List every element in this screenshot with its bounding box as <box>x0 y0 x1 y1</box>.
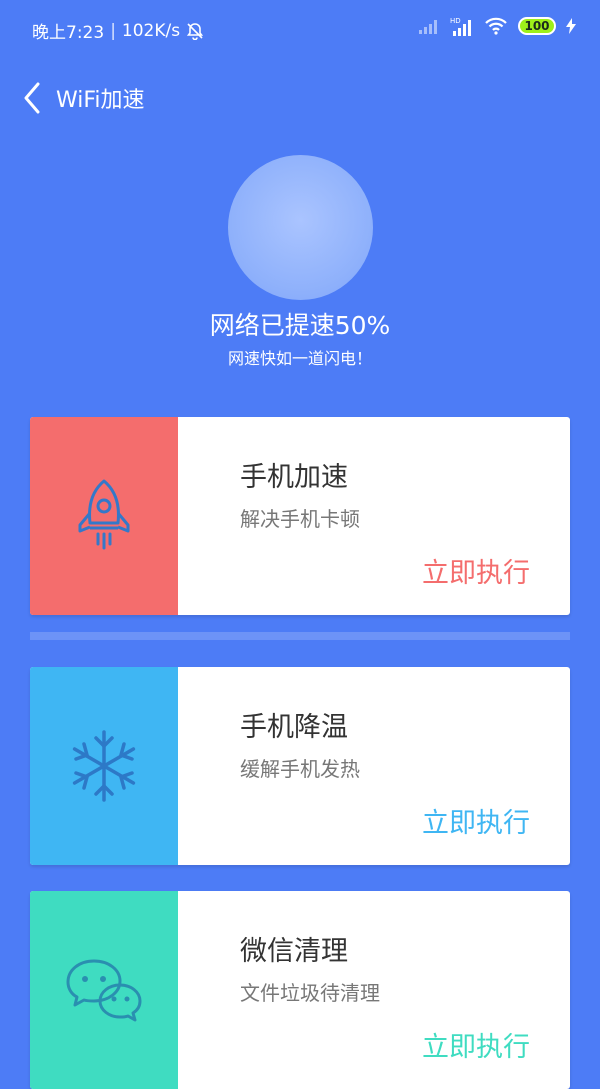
page-title: WiFi加速 <box>56 88 145 113</box>
status-bar: 晚上7:23 | 102K/s HD 100 <box>0 0 600 60</box>
header: WiFi加速 <box>22 78 145 118</box>
battery-indicator: 100 <box>518 17 556 35</box>
card-title: 手机降温 <box>240 712 348 743</box>
wechat-icon <box>66 959 142 1022</box>
status-separator: | <box>110 20 116 41</box>
rocket-icon <box>78 479 130 550</box>
execute-button[interactable]: 立即执行 <box>422 551 530 590</box>
card-phone-boost[interactable]: 手机加速 解决手机卡顿 立即执行 <box>30 417 570 615</box>
card-wechat-cleanup[interactable]: 微信清理 文件垃圾待清理 立即执行 <box>30 891 570 1089</box>
card-title: 微信清理 <box>240 936 348 967</box>
status-network-speed: 102K/s <box>121 20 181 41</box>
card-icon-panel <box>30 667 178 865</box>
speed-status-title: 网络已提速50% <box>209 311 391 340</box>
wifi-icon <box>485 17 507 35</box>
signal-weak-icon <box>419 20 437 34</box>
chevron-left-icon <box>24 82 40 114</box>
card-description: 文件垃圾待清理 <box>240 981 380 1005</box>
card-icon-panel <box>30 417 178 615</box>
snowflake-icon <box>72 730 136 802</box>
svg-text:HD: HD <box>450 17 461 25</box>
speed-circle <box>228 155 373 300</box>
speed-status-subtitle: 网速快如一道闪电！ <box>227 349 372 368</box>
status-left: 晚上7:23 | 102K/s <box>32 18 204 43</box>
status-right: HD 100 <box>418 16 576 36</box>
card-divider <box>30 632 570 640</box>
mute-bell-icon <box>187 22 204 40</box>
back-button[interactable] <box>22 78 52 118</box>
execute-button[interactable]: 立即执行 <box>422 1025 530 1064</box>
card-title: 手机加速 <box>240 462 348 493</box>
status-time: 晚上7:23 <box>32 23 105 43</box>
battery-level: 100 <box>524 19 550 33</box>
signal-hd-icon: HD <box>450 17 471 36</box>
card-description: 解决手机卡顿 <box>240 507 360 531</box>
card-description: 缓解手机发热 <box>240 757 360 781</box>
execute-button[interactable]: 立即执行 <box>422 801 530 840</box>
charging-bolt-icon <box>566 18 576 34</box>
card-icon-panel <box>30 891 178 1089</box>
card-phone-cooling[interactable]: 手机降温 缓解手机发热 立即执行 <box>30 667 570 865</box>
